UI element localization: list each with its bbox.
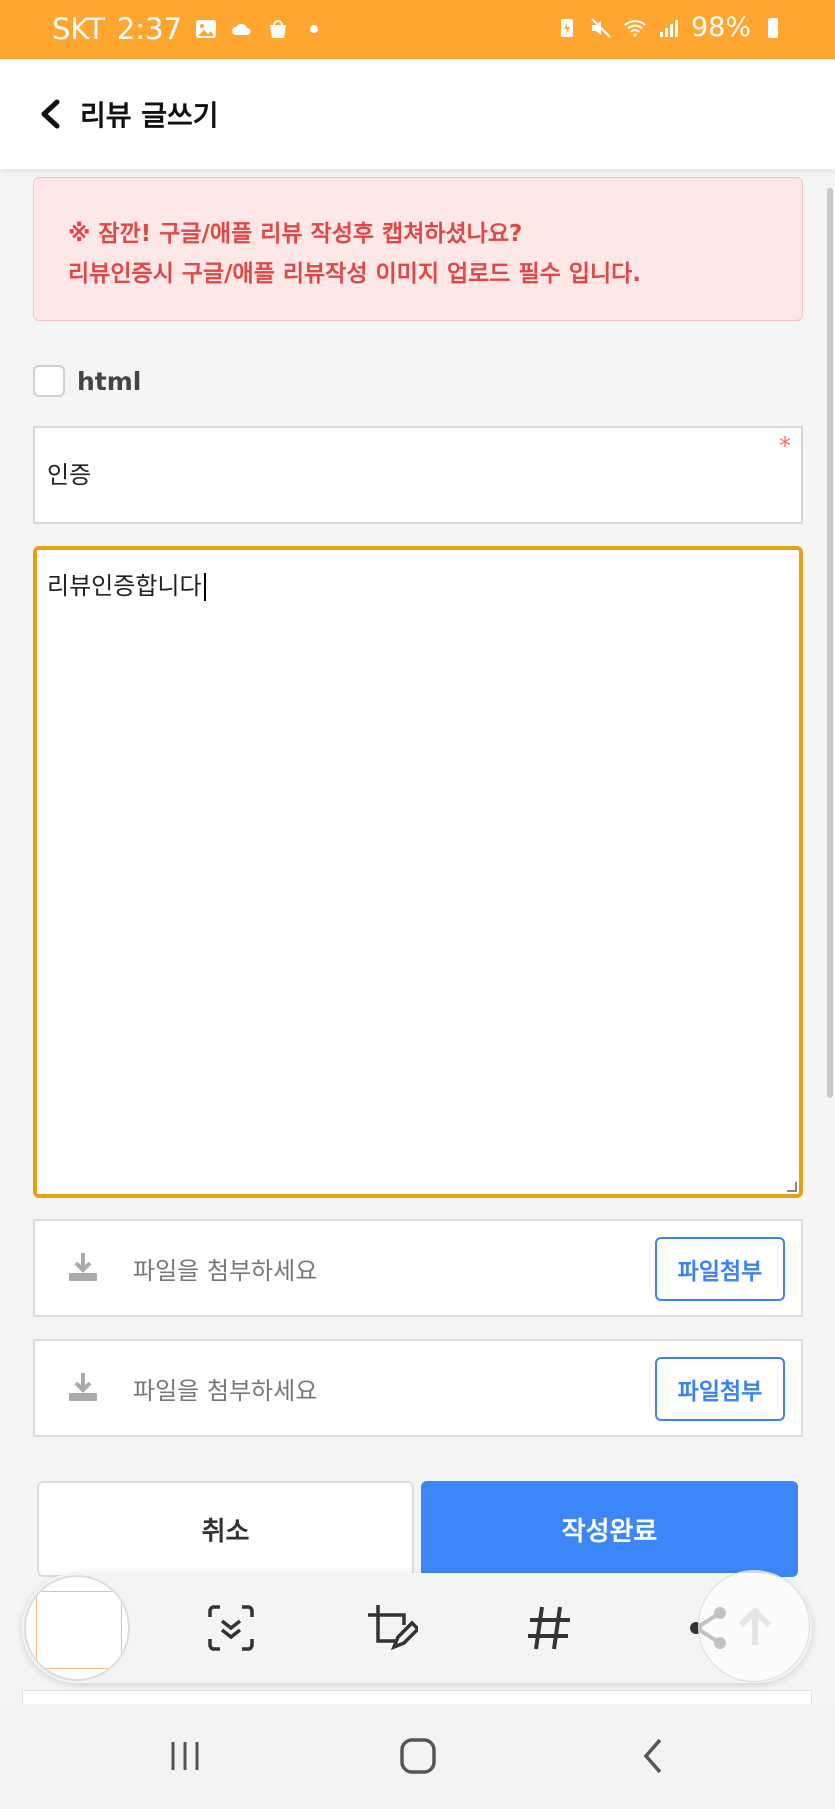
download-icon <box>69 1373 97 1401</box>
file-placeholder: 파일을 첨부하세요 <box>133 1257 318 1285</box>
home-icon <box>400 1738 436 1774</box>
back-nav-button[interactable] <box>628 1734 678 1778</box>
subject-input[interactable] <box>47 458 747 486</box>
resize-handle[interactable] <box>787 1182 797 1192</box>
scroll-capture-icon <box>208 1605 254 1651</box>
back-nav-icon <box>643 1738 662 1774</box>
notification-dot-icon <box>310 25 319 33</box>
mute-icon <box>591 17 611 38</box>
scroll-top-button[interactable] <box>698 1570 810 1682</box>
crop-edit-button[interactable] <box>364 1601 418 1655</box>
notice-banner: ※ 잠깐! 구글/애플 리뷰 작성후 캡쳐하셨나요? 리뷰인증시 구글/애플 리… <box>33 177 803 321</box>
crop-edit-icon <box>368 1605 418 1651</box>
text-caret <box>203 573 206 601</box>
clock: 2:37 <box>116 12 183 46</box>
file-placeholder: 파일을 첨부하세요 <box>133 1377 318 1405</box>
capture-toolbar <box>22 1573 812 1683</box>
content-text: 리뷰인증합니다 <box>47 572 202 600</box>
html-checkbox[interactable] <box>33 365 65 397</box>
hashtag-button[interactable] <box>522 1601 576 1655</box>
system-nav-bar <box>0 1704 835 1809</box>
file-attach-row-2: 파일을 첨부하세요 파일첨부 <box>33 1339 803 1437</box>
arrow-up-icon <box>738 1606 772 1645</box>
submit-button[interactable]: 작성완료 <box>421 1481 798 1577</box>
battery-icon <box>768 17 778 38</box>
status-bar: SKT 2:37 98% <box>0 0 835 59</box>
cloud-icon <box>232 23 251 35</box>
wifi-icon <box>624 19 646 37</box>
home-button[interactable] <box>393 1734 443 1778</box>
required-mark: * <box>779 432 791 460</box>
battery-saver-icon <box>560 18 573 37</box>
content-textarea[interactable]: 리뷰인증합니다 <box>33 546 803 1198</box>
bottom-card-edge <box>22 1690 812 1704</box>
chevron-left-icon <box>41 99 60 129</box>
notice-line-1: ※ 잠깐! 구글/애플 리뷰 작성후 캡쳐하셨나요? <box>68 221 523 247</box>
recent-apps-icon <box>171 1742 199 1770</box>
cancel-button[interactable]: 취소 <box>37 1481 414 1577</box>
page-title: 리뷰 글쓰기 <box>80 99 219 132</box>
file-attach-row-1: 파일을 첨부하세요 파일첨부 <box>33 1219 803 1317</box>
notice-line-2: 리뷰인증시 구글/애플 리뷰작성 이미지 업로드 필수 입니다. <box>68 261 642 287</box>
battery-percent: 98% <box>690 12 751 43</box>
attach-file-button[interactable]: 파일첨부 <box>655 1357 785 1421</box>
html-checkbox-label: html <box>77 366 142 396</box>
carrier-label: SKT <box>52 12 105 46</box>
back-button[interactable] <box>30 94 70 134</box>
gallery-icon <box>196 20 217 38</box>
recent-apps-button[interactable] <box>160 1734 210 1778</box>
shopping-bag-icon <box>270 20 287 38</box>
attach-file-button[interactable]: 파일첨부 <box>655 1237 785 1301</box>
scrollbar[interactable] <box>827 188 833 1098</box>
app-bar: 리뷰 글쓰기 <box>0 59 835 169</box>
screenshot-thumbnail[interactable] <box>24 1575 130 1681</box>
download-icon <box>69 1253 97 1281</box>
hashtag-icon <box>528 1606 570 1650</box>
html-option: html <box>33 365 141 397</box>
subject-field: * <box>33 426 803 524</box>
scroll-capture-button[interactable] <box>204 1601 258 1655</box>
signal-icon <box>659 19 678 37</box>
